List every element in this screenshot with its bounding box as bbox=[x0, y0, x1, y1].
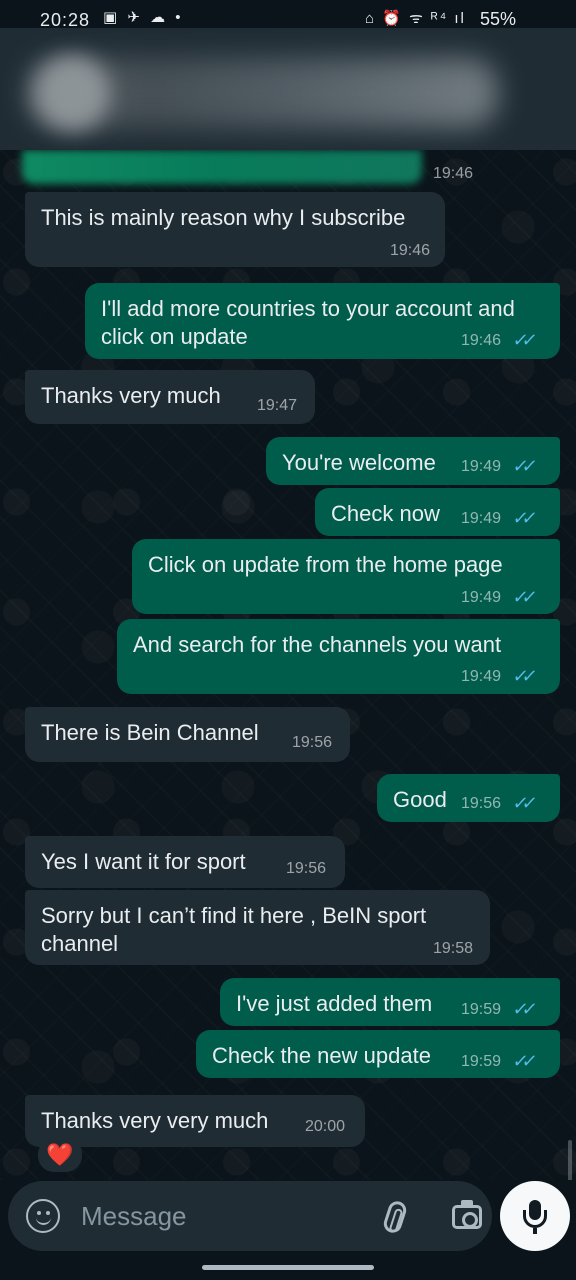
message-text: This is mainly reason why I subscribe bbox=[41, 205, 406, 230]
message-text: Sorry but I can’t find it here , BeIN sp… bbox=[41, 903, 427, 956]
message-text: Yes I want it for sport bbox=[41, 849, 246, 874]
double-check-icon: ✓✓ bbox=[511, 793, 533, 813]
microphone-arc bbox=[523, 1210, 547, 1228]
message-bubble[interactable]: I've just added them bbox=[220, 978, 560, 1026]
message-input[interactable] bbox=[81, 1199, 321, 1233]
sticker-mouth bbox=[36, 1217, 51, 1225]
double-check-icon: ✓✓ bbox=[511, 1051, 533, 1071]
message-time: 19:46 bbox=[461, 332, 502, 349]
message-text: You're welcome bbox=[282, 450, 436, 475]
double-check-icon: ✓✓ bbox=[511, 587, 533, 607]
message-time: 19:56 bbox=[292, 734, 333, 751]
message-time: 19:56 bbox=[461, 795, 502, 812]
status-left-icons: ▣ ✈ ☁ • bbox=[103, 9, 184, 26]
message-time: 19:46 bbox=[433, 165, 474, 182]
message-time: 19:49 bbox=[461, 510, 502, 527]
message-text: Click on update from the home page bbox=[148, 552, 503, 577]
message-text: Thanks very much bbox=[41, 383, 221, 408]
message-time: 19:49 bbox=[461, 589, 502, 606]
status-time: 20:28 bbox=[40, 10, 91, 30]
home-indicator[interactable] bbox=[202, 1265, 374, 1270]
status-bar: 20:28 ▣ ✈ ☁ • ⌂ ⏰ ᯤ ᴿ⁴ ıl 55% bbox=[0, 0, 576, 30]
message-time: 19:59 bbox=[461, 1053, 502, 1070]
message-bubble[interactable]: This is mainly reason why I subscribe bbox=[25, 192, 445, 267]
battery-percentage: 55% bbox=[480, 9, 517, 29]
message-text: Good bbox=[393, 787, 447, 812]
message-text: And search for the channels you want bbox=[133, 632, 502, 657]
message-text: I've just added them bbox=[236, 991, 433, 1016]
message-time: 19:49 bbox=[461, 458, 502, 475]
microphone-stand bbox=[533, 1228, 537, 1234]
paperclip-icon[interactable] bbox=[381, 1199, 409, 1235]
chat-scrollbar[interactable] bbox=[568, 1140, 572, 1180]
blurred-avatar[interactable] bbox=[36, 56, 110, 130]
sticker-eye-right bbox=[46, 1211, 50, 1215]
message-time: 19:46 bbox=[390, 242, 431, 259]
double-check-icon: ✓✓ bbox=[511, 666, 533, 686]
message-text: There is Bein Channel bbox=[41, 720, 259, 745]
heart-reaction[interactable]: ❤️ bbox=[38, 1138, 82, 1172]
chat-conversation[interactable]: 19:46 This is mainly reason why I subscr… bbox=[0, 150, 576, 1180]
message-time: 20:00 bbox=[305, 1118, 346, 1135]
sticker-icon[interactable] bbox=[26, 1199, 60, 1233]
message-time: 19:47 bbox=[257, 397, 298, 414]
message-time: 19:49 bbox=[461, 668, 502, 685]
message-text: Thanks very very much bbox=[41, 1108, 269, 1133]
double-check-icon: ✓✓ bbox=[511, 508, 533, 528]
message-composer[interactable] bbox=[8, 1181, 492, 1251]
redacted-message-area bbox=[22, 150, 422, 184]
camera-icon[interactable] bbox=[452, 1200, 482, 1229]
double-check-icon: ✓✓ bbox=[511, 330, 533, 350]
double-check-icon: ✓✓ bbox=[511, 456, 533, 476]
message-bubble[interactable]: Sorry but I can’t find it here , BeIN sp… bbox=[25, 890, 490, 965]
message-text: Check the new update bbox=[212, 1043, 431, 1068]
message-time: 19:58 bbox=[433, 940, 474, 957]
redacted-chat-header[interactable] bbox=[0, 28, 576, 150]
sticker-eye-left bbox=[37, 1211, 41, 1215]
message-bubble[interactable]: Check the new update bbox=[196, 1030, 560, 1078]
double-check-icon: ✓✓ bbox=[511, 999, 533, 1019]
message-text: Check now bbox=[331, 501, 440, 526]
message-time: 19:56 bbox=[286, 860, 327, 877]
status-right-icons: ⌂ ⏰ ᯤ ᴿ⁴ ıl bbox=[365, 10, 466, 27]
message-time: 19:59 bbox=[461, 1001, 502, 1018]
microphone-button[interactable] bbox=[500, 1181, 570, 1251]
